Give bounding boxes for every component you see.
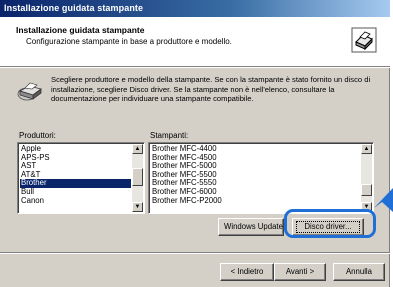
scrollbar-thumb[interactable] bbox=[132, 168, 143, 186]
printer-wizard-window: Installazione guidata stampante Installa… bbox=[0, 0, 393, 287]
header-subtitle: Configurazione stampante in base a produ… bbox=[26, 37, 232, 46]
scroll-up-icon[interactable]: ▲ bbox=[361, 144, 372, 154]
wizard-header: Installazione guidata stampante Configur… bbox=[0, 17, 390, 67]
scroll-down-icon[interactable]: ▼ bbox=[132, 202, 143, 212]
pointer-arrow-icon bbox=[374, 188, 393, 212]
printer-item[interactable]: Brother MFC-P2000 bbox=[151, 196, 360, 206]
printers-label: Stampanti: bbox=[150, 131, 189, 140]
printers-items: Brother MFC-4400 Brother MFC-4500 Brothe… bbox=[151, 144, 360, 206]
callout-highlight bbox=[284, 209, 376, 238]
footer-divider-highlight bbox=[0, 253, 390, 254]
title-bar[interactable]: Installazione guidata stampante bbox=[0, 0, 390, 17]
printers-listbox[interactable]: Brother MFC-4400 Brother MFC-4500 Brothe… bbox=[148, 142, 374, 214]
header-divider bbox=[0, 67, 390, 68]
cancel-button[interactable]: Annulla bbox=[333, 263, 385, 281]
printer-disk-icon bbox=[17, 82, 42, 101]
manufacturer-item-selected[interactable]: Brother bbox=[20, 179, 131, 188]
instructions-text: Scegliere produttore e modello della sta… bbox=[51, 75, 371, 104]
manufacturers-label: Produttori: bbox=[19, 131, 56, 140]
window-title: Installazione guidata stampante bbox=[4, 3, 144, 13]
manufacturer-item[interactable]: Canon bbox=[20, 196, 131, 206]
printer-icon bbox=[351, 27, 377, 53]
manufacturer-item[interactable]: APS-PS bbox=[20, 153, 131, 163]
manufacturers-scrollbar[interactable]: ▲ ▼ bbox=[132, 144, 143, 212]
scroll-up-icon[interactable]: ▲ bbox=[132, 144, 143, 154]
next-button[interactable]: Avanti > bbox=[274, 263, 326, 281]
back-button[interactable]: < Indietro bbox=[220, 263, 274, 281]
header-title: Installazione guidata stampante bbox=[16, 25, 145, 35]
manufacturers-listbox[interactable]: Apple APS-PS AST AT&T Brother Bull Canon… bbox=[17, 142, 145, 214]
windows-update-button[interactable]: Windows Update bbox=[218, 218, 284, 236]
manufacturers-items: Apple APS-PS AST AT&T Brother Bull Canon bbox=[20, 144, 131, 206]
